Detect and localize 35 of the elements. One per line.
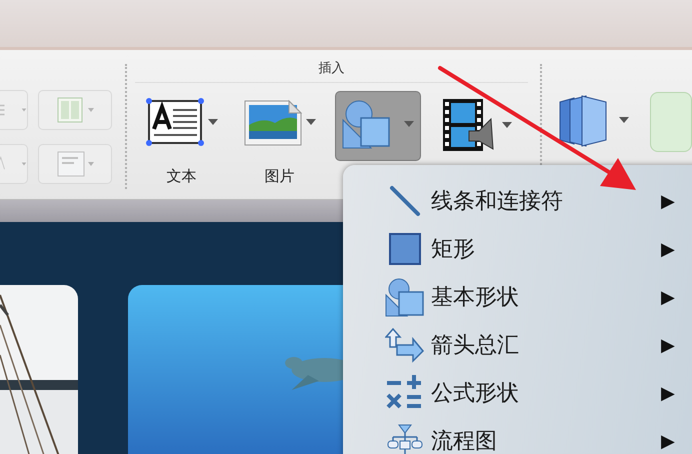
menu-item[interactable]: 流程图 ▶ (343, 417, 692, 454)
menu-item-label: 线条和连接符 (431, 188, 564, 216)
submenu-arrow: ▶ (661, 286, 675, 308)
group-title: 插入 (134, 56, 528, 83)
button-label: 图片 (264, 167, 295, 185)
menu-item[interactable]: 基本形状 ▶ (343, 273, 692, 321)
menu-item-label: 箭头总汇 (431, 332, 520, 360)
menu-item[interactable]: 箭头总汇 ▶ (343, 321, 692, 369)
submenu-arrow: ▶ (661, 382, 675, 404)
align-icon (55, 149, 95, 179)
text-box-icon (145, 97, 206, 147)
caret-icon (502, 122, 512, 128)
shapes-icon (385, 277, 425, 317)
submenu-arrow: ▶ (661, 334, 675, 356)
menu-item-label: 基本形状 (431, 284, 520, 312)
menu-item[interactable]: 线条和连接符 ▶ (343, 177, 692, 225)
menu-item-label: 矩形 (431, 236, 476, 264)
submenu-arrow: ▶ (661, 430, 675, 452)
columns-icon (55, 95, 95, 125)
submenu-arrow: ▶ (661, 190, 675, 212)
menu-item-label: 流程图 (431, 428, 498, 454)
caret-icon (306, 119, 316, 125)
picture-icon (243, 97, 304, 147)
arrows-icon (385, 327, 425, 363)
menu-item[interactable]: 矩形 ▶ (343, 225, 692, 273)
rectangle-icon (388, 232, 422, 266)
caret-icon (404, 121, 414, 127)
line-icon (388, 184, 422, 218)
submenu-arrow: ▶ (661, 238, 675, 260)
caret-icon (208, 119, 218, 125)
flowchart-icon (385, 423, 425, 454)
menu-item[interactable]: 公式形状 ▶ (343, 369, 692, 417)
button-label: 文本 (166, 167, 197, 185)
menu-item-label: 公式形状 (431, 380, 520, 408)
caret-icon (618, 117, 628, 123)
